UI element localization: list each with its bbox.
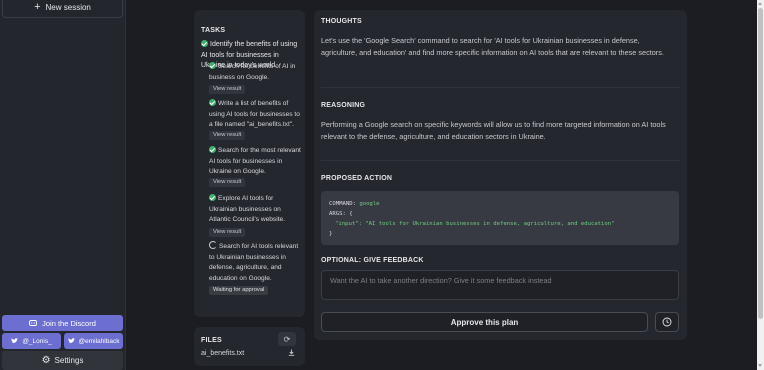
scrollbar-thumb[interactable] xyxy=(758,8,763,319)
subtask-label: Search for benefits of AI in business on… xyxy=(209,63,296,81)
files-panel: FILES ⟳ ai_benefits.txt xyxy=(194,327,305,366)
new-session-button[interactable]: + New session xyxy=(2,0,123,18)
view-result-button[interactable]: View result xyxy=(209,177,246,187)
reasoning-text: Performing a Google search on specific k… xyxy=(321,120,666,141)
discord-icon xyxy=(29,319,38,326)
history-button[interactable] xyxy=(655,312,679,332)
divider xyxy=(321,87,680,88)
file-item[interactable]: ai_benefits.txt xyxy=(201,350,244,357)
refresh-button[interactable]: ⟳ xyxy=(278,332,296,346)
twitter-icon xyxy=(67,338,75,344)
twitter-icon xyxy=(11,338,19,344)
reasoning-title: REASONING xyxy=(321,102,366,109)
check-circle-icon xyxy=(209,194,216,201)
scroll-down-arrow-icon[interactable] xyxy=(758,364,762,367)
code-command-key: COMMAND: xyxy=(329,201,356,207)
proposed-action-code: COMMAND: google ARGS: { "input": "AI too… xyxy=(321,191,679,245)
tasks-title: TASKS xyxy=(201,27,226,34)
sidebar: + New session Join the Discord @_Lonis_ … xyxy=(0,0,126,370)
twitter-lonis-label: @_Lonis_ xyxy=(22,337,52,345)
subtask-label: Search for AI tools relevant to Ukrainia… xyxy=(209,243,299,282)
subtask-item: Write a list of benefits of using AI too… xyxy=(209,99,301,141)
divider xyxy=(321,160,680,161)
subtask-item: Explore AI tools for Ukrainian businesse… xyxy=(209,194,301,237)
check-circle-icon xyxy=(201,40,208,47)
twitter-emilahlback-button[interactable]: @emilahlback xyxy=(64,333,123,349)
subtask-item: Search for AI tools relevant to Ukrainia… xyxy=(209,241,301,296)
approve-plan-label: Approve this plan xyxy=(450,317,519,327)
waiting-approval-badge: Waiting for approval xyxy=(209,286,269,295)
page-scrollbar[interactable] xyxy=(757,0,764,370)
subtask-label: Search for the most relevant AI tools fo… xyxy=(209,147,301,175)
twitter-lonis-button[interactable]: @_Lonis_ xyxy=(2,333,61,349)
thoughts-title: THOUGHTS xyxy=(321,18,362,25)
code-args-key: ARGS: { xyxy=(329,211,353,217)
subtask-item: Search for benefits of AI in business on… xyxy=(209,62,301,95)
approve-plan-button[interactable]: Approve this plan xyxy=(321,312,648,332)
loading-spinner-icon xyxy=(209,241,217,249)
code-close: } xyxy=(329,231,333,237)
proposed-action-title: PROPOSED ACTION xyxy=(321,175,393,182)
files-title: FILES xyxy=(201,337,222,344)
subtask-item: Search for the most relevant AI tools fo… xyxy=(209,146,301,188)
new-session-label: New session xyxy=(45,2,91,12)
code-command-value: google xyxy=(359,201,380,207)
join-discord-label: Join the Discord xyxy=(42,318,96,328)
clock-icon xyxy=(662,317,672,327)
thoughts-text: Let's use the 'Google Search' command to… xyxy=(321,36,664,57)
view-result-button[interactable]: View result xyxy=(209,130,246,140)
main-panel: THOUGHTS Let's use the 'Google Search' c… xyxy=(314,10,687,340)
plus-icon: + xyxy=(34,0,41,13)
view-result-button[interactable]: View result xyxy=(209,227,246,237)
feedback-title: OPTIONAL: GIVE FEEDBACK xyxy=(321,257,424,264)
join-discord-button[interactable]: Join the Discord xyxy=(2,315,123,331)
social-links: @_Lonis_ @emilahlback xyxy=(2,333,123,349)
refresh-icon: ⟳ xyxy=(283,334,291,344)
gear-icon: ⚙ xyxy=(41,354,51,366)
download-icon[interactable] xyxy=(288,349,295,358)
check-circle-icon xyxy=(209,146,216,153)
settings-label: Settings xyxy=(54,356,84,365)
feedback-input[interactable] xyxy=(321,270,679,300)
twitter-emilahlback-label: @emilahlback xyxy=(78,337,120,345)
code-input-line: "input": "AI tools for Ukrainian busines… xyxy=(335,221,615,227)
scroll-up-arrow-icon[interactable] xyxy=(758,2,762,5)
check-circle-icon xyxy=(209,62,216,69)
view-result-button[interactable]: View result xyxy=(209,85,246,94)
subtask-label: Explore AI tools for Ukrainian businesse… xyxy=(209,195,286,223)
subtask-label: Write a list of benefits of using AI too… xyxy=(209,100,300,128)
settings-button[interactable]: ⚙ Settings xyxy=(2,351,123,370)
check-circle-icon xyxy=(209,99,216,106)
